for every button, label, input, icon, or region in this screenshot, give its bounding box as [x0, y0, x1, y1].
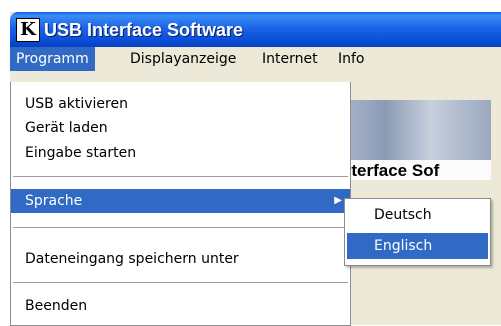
menu-bar: Programm Displayanzeige Internet Info — [10, 47, 501, 71]
programm-menu: USB aktivieren Gerät laden Eingabe start… — [10, 82, 351, 326]
menu-item-eingabe-starten[interactable]: Eingabe starten — [11, 141, 350, 165]
menu-item-usb-aktivieren[interactable]: USB aktivieren — [11, 92, 350, 116]
menu-item-geraet-laden[interactable]: Gerät laden — [11, 116, 350, 140]
app-logo-icon[interactable]: K — [16, 18, 40, 42]
submenu-item-deutsch[interactable]: Deutsch — [347, 202, 488, 228]
menu-item-beenden[interactable]: Beenden — [11, 294, 350, 318]
window-title: USB Interface Software — [44, 20, 244, 40]
title-bar[interactable]: K USB Interface Software — [10, 12, 501, 47]
menu-programm[interactable]: Programm — [10, 47, 95, 71]
background-heading: nterface Sof — [341, 161, 440, 180]
menu-internet[interactable]: Internet — [256, 47, 324, 71]
menu-item-sprache[interactable]: Sprache ▶ — [11, 189, 350, 213]
background-banner — [340, 100, 491, 160]
submenu-item-englisch[interactable]: Englisch — [347, 233, 488, 259]
menu-item-dateneingang-speichern[interactable]: Dateneingang speichern unter — [11, 247, 350, 271]
menu-separator — [13, 227, 348, 228]
menu-item-sprache-label: Sprache — [25, 193, 83, 209]
menu-separator — [13, 282, 348, 283]
menu-info[interactable]: Info — [332, 47, 371, 71]
menu-displayanzeige[interactable]: Displayanzeige — [124, 47, 242, 71]
sprache-submenu: Deutsch Englisch — [344, 198, 491, 266]
submenu-arrow-icon: ▶ — [334, 195, 342, 206]
menu-separator — [13, 176, 348, 177]
